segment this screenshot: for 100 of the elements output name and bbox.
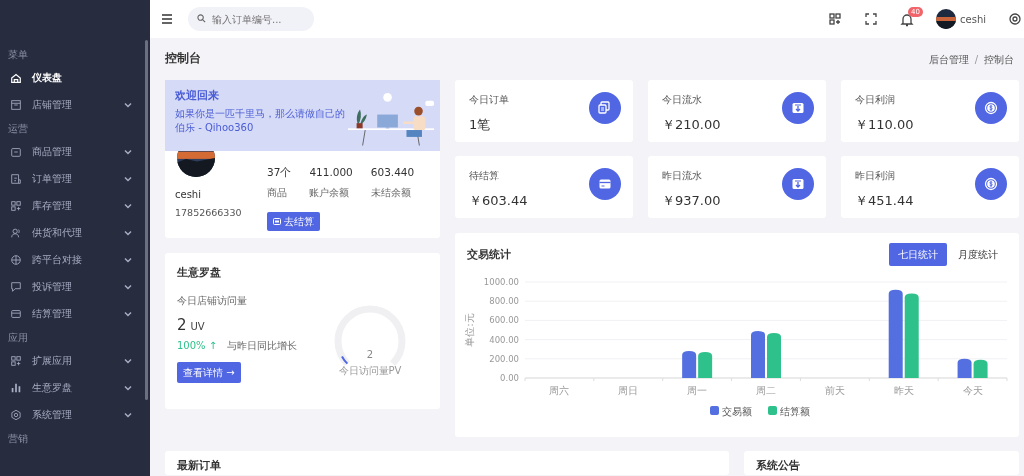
stats-tab[interactable]: 七日统计	[889, 243, 947, 266]
stat-value: ￥210.00	[662, 116, 721, 134]
copy-icon	[598, 101, 612, 115]
stat-value: ￥451.44	[855, 192, 914, 210]
stat-label: 今日订单	[469, 93, 509, 107]
scrollbar[interactable]	[145, 40, 148, 400]
card-title: 交易统计	[467, 246, 511, 262]
sidebar-item[interactable]: 生意罗盘	[0, 374, 150, 401]
dollar-coin-icon	[984, 101, 998, 115]
stat-label: 未结余额	[370, 185, 412, 200]
stat-value: 411.000	[309, 165, 353, 180]
stat-label: 昨日利润	[855, 169, 896, 183]
breadcrumb-item[interactable]: 后台管理	[928, 51, 969, 67]
wallet-icon	[273, 217, 281, 225]
growth-percent: 100% ↑	[177, 339, 218, 354]
user-avatar[interactable]	[936, 9, 956, 29]
sidebar-item[interactable]: 扩展应用	[0, 347, 150, 374]
stat-label: 商品	[267, 185, 288, 200]
sidebar-item[interactable]: 结算管理	[0, 300, 150, 327]
uv-unit: UV	[190, 319, 205, 334]
bar	[973, 359, 988, 378]
bar-chart-icon	[10, 381, 22, 394]
legend-label: 交易额	[722, 405, 752, 417]
y-tick-label: 0.00	[500, 373, 519, 383]
x-tick-label: 周六	[549, 385, 570, 396]
stat-label: 昨日流水	[662, 169, 703, 183]
details-button[interactable]: 查看详情 →	[177, 362, 241, 384]
page-title: 控制台	[165, 50, 201, 68]
sidebar-heading: 菜单	[7, 48, 29, 62]
stat-label: 待结算	[469, 169, 500, 183]
breadcrumb-item: 控制台	[984, 52, 1014, 67]
globe-icon	[10, 253, 22, 266]
sidebar-item[interactable]: 投诉管理	[0, 273, 150, 300]
card-title: 最新订单	[177, 459, 221, 471]
sidebar-item[interactable]: 系统管理	[0, 401, 150, 428]
legend-label: 结算额	[780, 405, 810, 417]
sidebar-item[interactable]: 店铺管理	[0, 91, 150, 118]
y-tick-label: 600.00	[489, 315, 519, 326]
document-icon	[10, 172, 22, 185]
bar	[767, 332, 781, 378]
bell-icon[interactable]	[900, 12, 914, 27]
stat-value: 37个	[267, 165, 292, 180]
x-tick-label: 周日	[618, 385, 639, 396]
sidebar-item[interactable]: 跨平台对接	[0, 246, 150, 273]
menu-icon[interactable]	[160, 12, 174, 26]
bar	[751, 330, 765, 378]
breadcrumb-separator: /	[974, 52, 978, 67]
qr-grid-icon[interactable]	[828, 12, 842, 26]
legend-item[interactable]: 交易额	[710, 405, 752, 417]
search-field[interactable]: 输入订单编号...	[188, 7, 314, 31]
sidebar-item[interactable]: 库存管理	[0, 192, 150, 219]
y-tick-label: 1000.00	[483, 277, 519, 287]
legend-item[interactable]: 结算额	[768, 405, 810, 417]
x-tick-label: 今天	[962, 385, 983, 396]
y-tick-label: 200.00	[489, 353, 519, 364]
bar	[682, 351, 697, 378]
card-title: 系统公告	[756, 459, 801, 471]
visits-label: 今日店铺访问量	[177, 293, 248, 308]
sidebar-item[interactable]: 仪表盘	[0, 64, 150, 91]
dollar-coin-icon	[984, 177, 998, 191]
stat-value: 1笔	[469, 116, 492, 134]
gauge-value: 2	[365, 348, 375, 362]
bar	[698, 352, 713, 378]
user-name: ceshi	[175, 188, 202, 202]
people-icon	[10, 226, 22, 239]
sidebar-item[interactable]: 商品管理	[0, 138, 150, 165]
user-phone: 17852666330	[175, 206, 243, 220]
stats-tab[interactable]: 月度统计	[949, 243, 1007, 266]
card-title: 生意罗盘	[177, 265, 222, 280]
y-tick-label: 800.00	[489, 296, 519, 307]
card-icon	[598, 177, 612, 191]
stat-value: ￥603.44	[469, 192, 528, 210]
sidebar-item[interactable]: 订单管理	[0, 165, 150, 192]
stat-label: 今日利润	[855, 93, 896, 107]
grid-icon	[10, 199, 22, 212]
x-tick-label: 前天	[824, 385, 845, 396]
chat-icon	[10, 280, 22, 293]
settings-icon[interactable]	[1008, 12, 1022, 26]
stat-value: ￥110.00	[855, 116, 914, 134]
grid-icon	[10, 354, 22, 367]
welcome-message: 如果你是一匹千里马，那么请做自己的伯乐 - Qihoo360	[175, 106, 346, 135]
home-icon	[10, 71, 22, 84]
inbox-icon	[791, 177, 805, 191]
settle-button[interactable]: 去结算	[267, 211, 320, 231]
gauge-label: 今日访问量PV	[337, 364, 403, 378]
fullscreen-icon[interactable]	[864, 12, 878, 26]
stat-label: 今日流水	[662, 93, 703, 107]
welcome-title: 欢迎回来	[175, 88, 220, 104]
sidebar-item[interactable]: 供货和代理	[0, 219, 150, 246]
sidebar-heading: 运营	[7, 122, 29, 136]
growth-label: 与昨日同比增长	[227, 339, 298, 354]
user-name[interactable]: ceshi	[960, 11, 986, 27]
x-tick-label: 昨天	[893, 385, 914, 396]
stat-value: 603.440	[370, 165, 415, 180]
store-icon	[10, 98, 22, 111]
settings-icon	[10, 408, 22, 421]
inbox-icon	[791, 101, 805, 115]
sidebar-heading: 营销	[7, 432, 29, 446]
y-axis-title: 单位:元	[464, 313, 475, 347]
uv-value: 2	[177, 314, 187, 336]
